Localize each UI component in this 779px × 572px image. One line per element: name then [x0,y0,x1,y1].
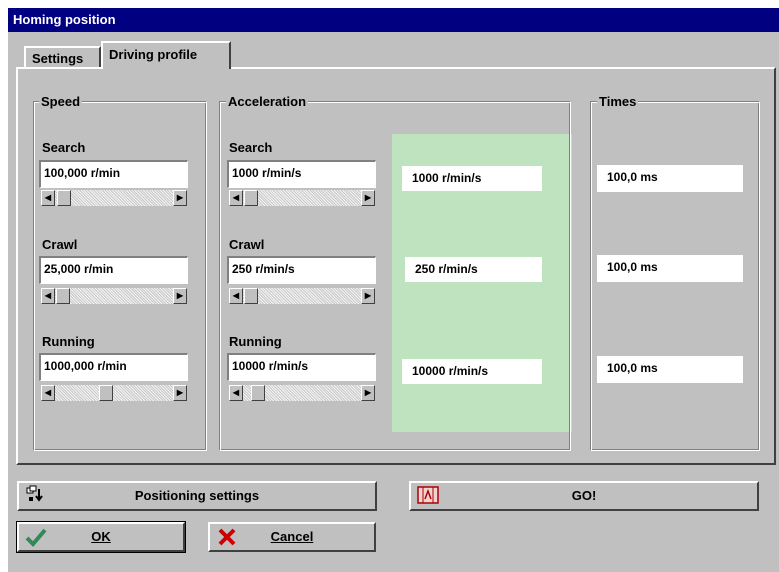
scroll-left-arrow-icon[interactable]: ◀ [229,385,243,401]
acceleration-legend: Acceleration [226,94,309,109]
ok-label: OK [91,529,111,544]
time-running-field[interactable]: 100,0 ms [597,356,743,383]
scroll-right-arrow-icon[interactable]: ▶ [173,190,187,206]
scroll-thumb[interactable] [57,190,71,206]
scroll-left-arrow-icon[interactable]: ◀ [41,190,55,206]
cancel-button[interactable]: Cancel [208,522,376,552]
accel-running-scrollbar[interactable]: ◀ ▶ [229,385,375,401]
accel-crawl-label: Crawl [229,237,265,252]
accel-running-field[interactable]: 10000 r/min/s [227,353,376,381]
scroll-left-arrow-icon[interactable]: ◀ [41,385,55,401]
speed-running-label: Running [42,334,95,349]
time-crawl-field[interactable]: 100,0 ms [597,255,743,282]
scroll-left-arrow-icon[interactable]: ◀ [229,288,243,304]
ok-button[interactable]: OK [16,521,186,553]
accel-running-label: Running [229,334,282,349]
go-button[interactable]: GO! [409,481,759,511]
scroll-thumb[interactable] [244,288,258,304]
speed-search-field[interactable]: 100,000 r/min [39,160,188,188]
speed-search-label: Search [42,140,86,155]
speed-crawl-label: Crawl [42,237,78,252]
scroll-right-arrow-icon[interactable]: ▶ [361,288,375,304]
scroll-thumb[interactable] [99,385,113,401]
scroll-right-arrow-icon[interactable]: ▶ [361,190,375,206]
scroll-left-arrow-icon[interactable]: ◀ [41,288,55,304]
accel-crawl-display: 250 r/min/s [405,257,542,282]
accel-search-scrollbar[interactable]: ◀ ▶ [229,190,375,206]
scroll-right-arrow-icon[interactable]: ▶ [173,288,187,304]
accel-search-label: Search [229,140,273,155]
scroll-thumb[interactable] [56,288,70,304]
tab-driving-profile[interactable]: Driving profile [101,41,231,69]
positioning-settings-button[interactable]: Positioning settings [17,481,377,511]
speed-search-scrollbar[interactable]: ◀ ▶ [41,190,187,206]
speed-running-scrollbar[interactable]: ◀ ▶ [41,385,187,401]
speed-crawl-scrollbar[interactable]: ◀ ▶ [41,288,187,304]
speed-legend: Speed [39,94,83,109]
scroll-thumb[interactable] [244,190,258,206]
speed-running-field[interactable]: 1000,000 r/min [39,353,188,381]
accel-crawl-field[interactable]: 250 r/min/s [227,256,376,284]
accel-crawl-scrollbar[interactable]: ◀ ▶ [229,288,375,304]
scroll-right-arrow-icon[interactable]: ▶ [361,385,375,401]
cancel-label: Cancel [210,529,374,544]
speed-crawl-field[interactable]: 25,000 r/min [39,256,188,284]
accel-search-display: 1000 r/min/s [402,166,542,191]
time-search-field[interactable]: 100,0 ms [597,165,743,192]
accel-search-field[interactable]: 1000 r/min/s [227,160,376,188]
scroll-thumb[interactable] [251,385,265,401]
window-title: Homing position [8,8,779,32]
cancel-label-text: Cancel [270,529,314,544]
positioning-settings-label: Positioning settings [134,488,260,503]
scroll-left-arrow-icon[interactable]: ◀ [229,190,243,206]
tab-settings[interactable]: Settings [24,46,101,69]
times-legend: Times [597,94,639,109]
scroll-right-arrow-icon[interactable]: ▶ [173,385,187,401]
accel-running-display: 10000 r/min/s [402,359,542,384]
go-label: GO! [571,488,597,503]
